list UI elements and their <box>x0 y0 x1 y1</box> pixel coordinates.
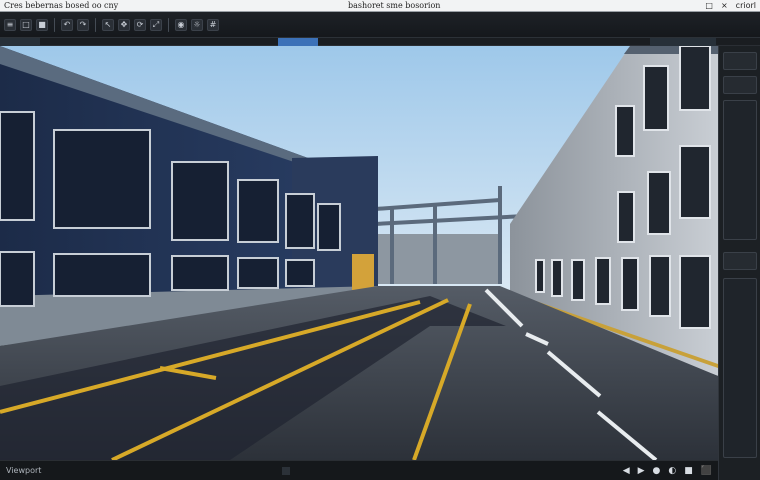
document-title: bashoret sme bosorion <box>348 1 441 10</box>
rotate-icon[interactable]: ⟳ <box>134 18 146 31</box>
panel-list[interactable] <box>723 278 757 458</box>
fullscreen-icon[interactable]: ⬛ <box>701 461 712 480</box>
status-bar: Viewport ◀ ▶ ● ◐ ■ ⬛ <box>0 460 718 480</box>
move-icon[interactable]: ✥ <box>118 18 130 31</box>
panel-button[interactable] <box>723 76 757 94</box>
record-icon[interactable]: ● <box>653 461 661 480</box>
grid-icon[interactable]: # <box>207 18 219 31</box>
open-icon[interactable]: □ <box>20 18 32 31</box>
window-label: criorl <box>735 1 756 10</box>
status-text: Viewport <box>6 466 42 475</box>
next-icon[interactable]: ▶ <box>638 461 645 480</box>
undo-icon[interactable]: ↶ <box>61 18 73 31</box>
light-icon[interactable]: ☼ <box>191 18 203 31</box>
redo-icon[interactable]: ↷ <box>77 18 89 31</box>
window-controls: □ × criorl <box>705 0 756 12</box>
save-icon[interactable]: ■ <box>36 18 48 31</box>
panel-preview <box>723 100 757 240</box>
file-icon[interactable]: ≡ <box>4 18 16 31</box>
app-title: Cres bebernas bosed oo cny <box>4 1 119 10</box>
stop-icon[interactable]: ■ <box>684 461 693 480</box>
status-indicator <box>282 467 290 475</box>
title-bar: Cres bebernas bosed oo cny bashoret sme … <box>0 0 760 12</box>
maximize-button[interactable]: □ <box>705 0 713 12</box>
panel-button[interactable] <box>723 52 757 70</box>
status-icons: ◀ ▶ ● ◐ ■ ⬛ <box>623 461 712 480</box>
select-icon[interactable]: ↖ <box>102 18 114 31</box>
toolbar-separator <box>168 17 169 32</box>
scene-render <box>0 46 718 460</box>
viewport-tab-strip <box>0 38 760 46</box>
prev-icon[interactable]: ◀ <box>623 461 630 480</box>
toolbar-separator <box>54 17 55 32</box>
close-button[interactable]: × <box>721 0 728 12</box>
properties-panel <box>718 46 760 480</box>
viewport-tab[interactable] <box>650 38 716 46</box>
camera-icon[interactable]: ◉ <box>175 18 187 31</box>
panel-button[interactable] <box>723 252 757 270</box>
left-building-door <box>352 254 374 290</box>
toolbar: ≡ □ ■ ↶ ↷ ↖ ✥ ⟳ ⤢ ◉ ☼ # <box>0 12 760 38</box>
viewport-tab[interactable] <box>0 38 40 46</box>
viewport-tab-active[interactable] <box>278 38 318 46</box>
toolbar-separator <box>95 17 96 32</box>
scene-viewport[interactable] <box>0 46 718 460</box>
shading-icon[interactable]: ◐ <box>668 461 676 480</box>
scale-icon[interactable]: ⤢ <box>150 18 162 31</box>
